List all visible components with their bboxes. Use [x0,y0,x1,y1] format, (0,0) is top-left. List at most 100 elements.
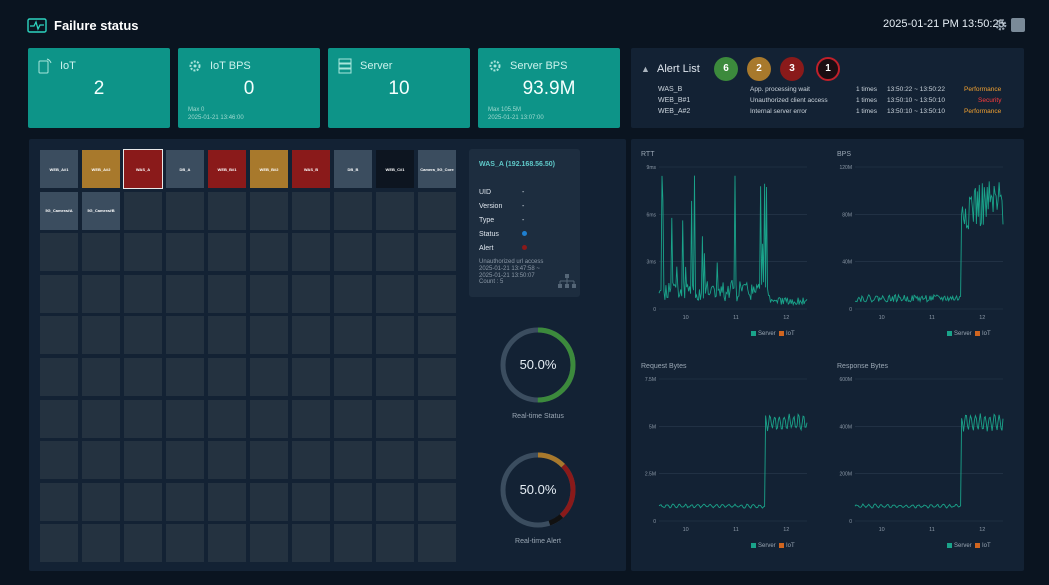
chart-title: Request Bytes [641,363,687,370]
chart-title: BPS [837,151,852,158]
legend-swatch [779,331,785,336]
alert-gauge-label: Real-time Alert [515,538,561,545]
server-cell[interactable]: 5G_Camera#A [40,191,78,230]
empty-cell [82,274,120,313]
empty-cell [292,441,330,480]
monitor-pulse-icon [27,18,47,33]
fullscreen-icon[interactable] [1011,18,1025,32]
server-cell[interactable]: DB_A [166,150,204,188]
alert-node: WEB_A#2 [658,108,691,115]
page-title: Failure status [54,18,139,33]
alert-range: 13:50:10 ~ 13:50:10 [887,108,946,115]
empty-cell [376,316,414,355]
y-tick-label: 2.5M [645,472,656,478]
legend-server: Server [758,331,776,338]
empty-cell [166,357,204,396]
alert-range: 13:50:22 ~ 13:50:22 [887,86,946,93]
y-tick-label: 3ms [647,260,657,266]
kpi-card[interactable]: IoT BPS 0 Max 0 2025-01-21 13:46:00 [178,48,320,128]
alert-row[interactable]: WAS_B App. processing wait 1 times 13:50:22… [658,86,1018,97]
x-tick-label: 12 [979,315,985,321]
series-server-line [854,181,1004,303]
y-tick-label: 40M [842,260,852,266]
chart-title: Response Bytes [837,363,888,370]
note-line: 2025-01-21 13:47:58 ~ [479,265,540,272]
kpi-card[interactable]: IoT 2 [28,48,170,128]
empty-cell [292,191,330,230]
x-tick-label: 12 [783,315,789,321]
empty-cell [334,482,372,521]
alert-count-badge[interactable]: 2 [747,57,771,81]
gear-chart-icon [189,60,201,72]
alert-count-badge[interactable]: 1 [816,57,840,81]
server-cell[interactable]: WAS_A [123,149,163,189]
kpi-label: IoT [60,60,76,72]
alert-row[interactable]: WEB_A#2 Internal server error 1 times 13:50… [658,108,1018,119]
empty-cell [334,524,372,563]
empty-cell [40,357,78,396]
y-tick-label: 0 [653,307,656,313]
empty-cell [40,441,78,480]
empty-cell [82,357,120,396]
alert-list-panel: ▲ Alert List 6231 WAS_B App. processing w… [631,48,1024,128]
node-field-value: - [522,217,525,224]
server-cell[interactable]: WEB_B#2 [250,150,288,188]
empty-cell [334,357,372,396]
server-cell[interactable]: WEB_C#1 [376,150,414,188]
empty-cell [124,233,162,272]
server-cell[interactable]: 5G_Camera#B [82,191,120,230]
empty-cell [40,316,78,355]
kpi-card[interactable]: Server 10 [328,48,470,128]
alert-count-badge[interactable]: 3 [780,57,804,81]
legend-swatch [779,543,785,548]
alert-node: WAS_B [658,86,683,93]
empty-cell [376,524,414,563]
server-cell[interactable]: DB_B [334,150,372,188]
server-cell[interactable]: WEB_B#1 [208,150,246,188]
empty-cell [250,274,288,313]
empty-cell [166,399,204,438]
kpi-max-time: 2025-01-21 13:46:00 [188,115,244,121]
legend-swatch [975,331,981,336]
chart-legend[interactable]: Server IoT [947,331,991,337]
y-tick-label: 0 [849,519,852,525]
server-cell[interactable]: WAS_B [292,150,330,188]
empty-cell [124,357,162,396]
alert-count-badge[interactable]: 6 [714,57,738,81]
empty-cell [40,274,78,313]
server-cell[interactable]: Camera_5G_Core [418,150,456,188]
y-tick-label: 7.5M [645,377,656,383]
alert-message: Internal server error [750,108,808,115]
alert-times: 1 times [856,86,877,93]
server-cell[interactable]: WEB_A#1 [40,150,78,188]
empty-cell [250,316,288,355]
chart-legend[interactable]: Server IoT [751,543,795,549]
x-tick-label: 11 [929,315,935,321]
empty-cell [292,524,330,563]
node-title: WAS_A (192.168.56.50) [479,161,556,168]
alert-row[interactable]: WEB_B#1 Unauthorized client access 1 times… [658,97,1018,108]
chart-legend[interactable]: Server IoT [751,331,795,337]
empty-cell [208,524,246,563]
y-tick-label: 600M [839,377,852,383]
phone-signal-icon [38,58,52,74]
legend-swatch [751,331,756,336]
x-tick-label: 11 [733,315,739,321]
kpi-label: IoT BPS [210,60,251,72]
y-tick-label: 0 [653,519,656,525]
kpi-value: 10 [388,78,410,99]
kpi-value: 0 [243,78,255,99]
server-cell[interactable]: WEB_A#2 [82,150,120,188]
kpi-card[interactable]: Server BPS 93.9M Max 105.5M 2025-01-21 13:0… [478,48,620,128]
empty-cell [376,191,414,230]
legend-server: Server [954,543,972,550]
kpi-max: Max 105.5M [488,107,522,113]
kpi-max-time: 2025-01-21 13:07:00 [488,115,544,121]
gear-icon[interactable] [994,18,1008,32]
chart-legend[interactable]: Server IoT [947,543,991,549]
empty-cell [40,233,78,272]
series-server-line [854,413,1004,509]
empty-cell [418,274,456,313]
empty-cell [82,482,120,521]
empty-cell [250,357,288,396]
